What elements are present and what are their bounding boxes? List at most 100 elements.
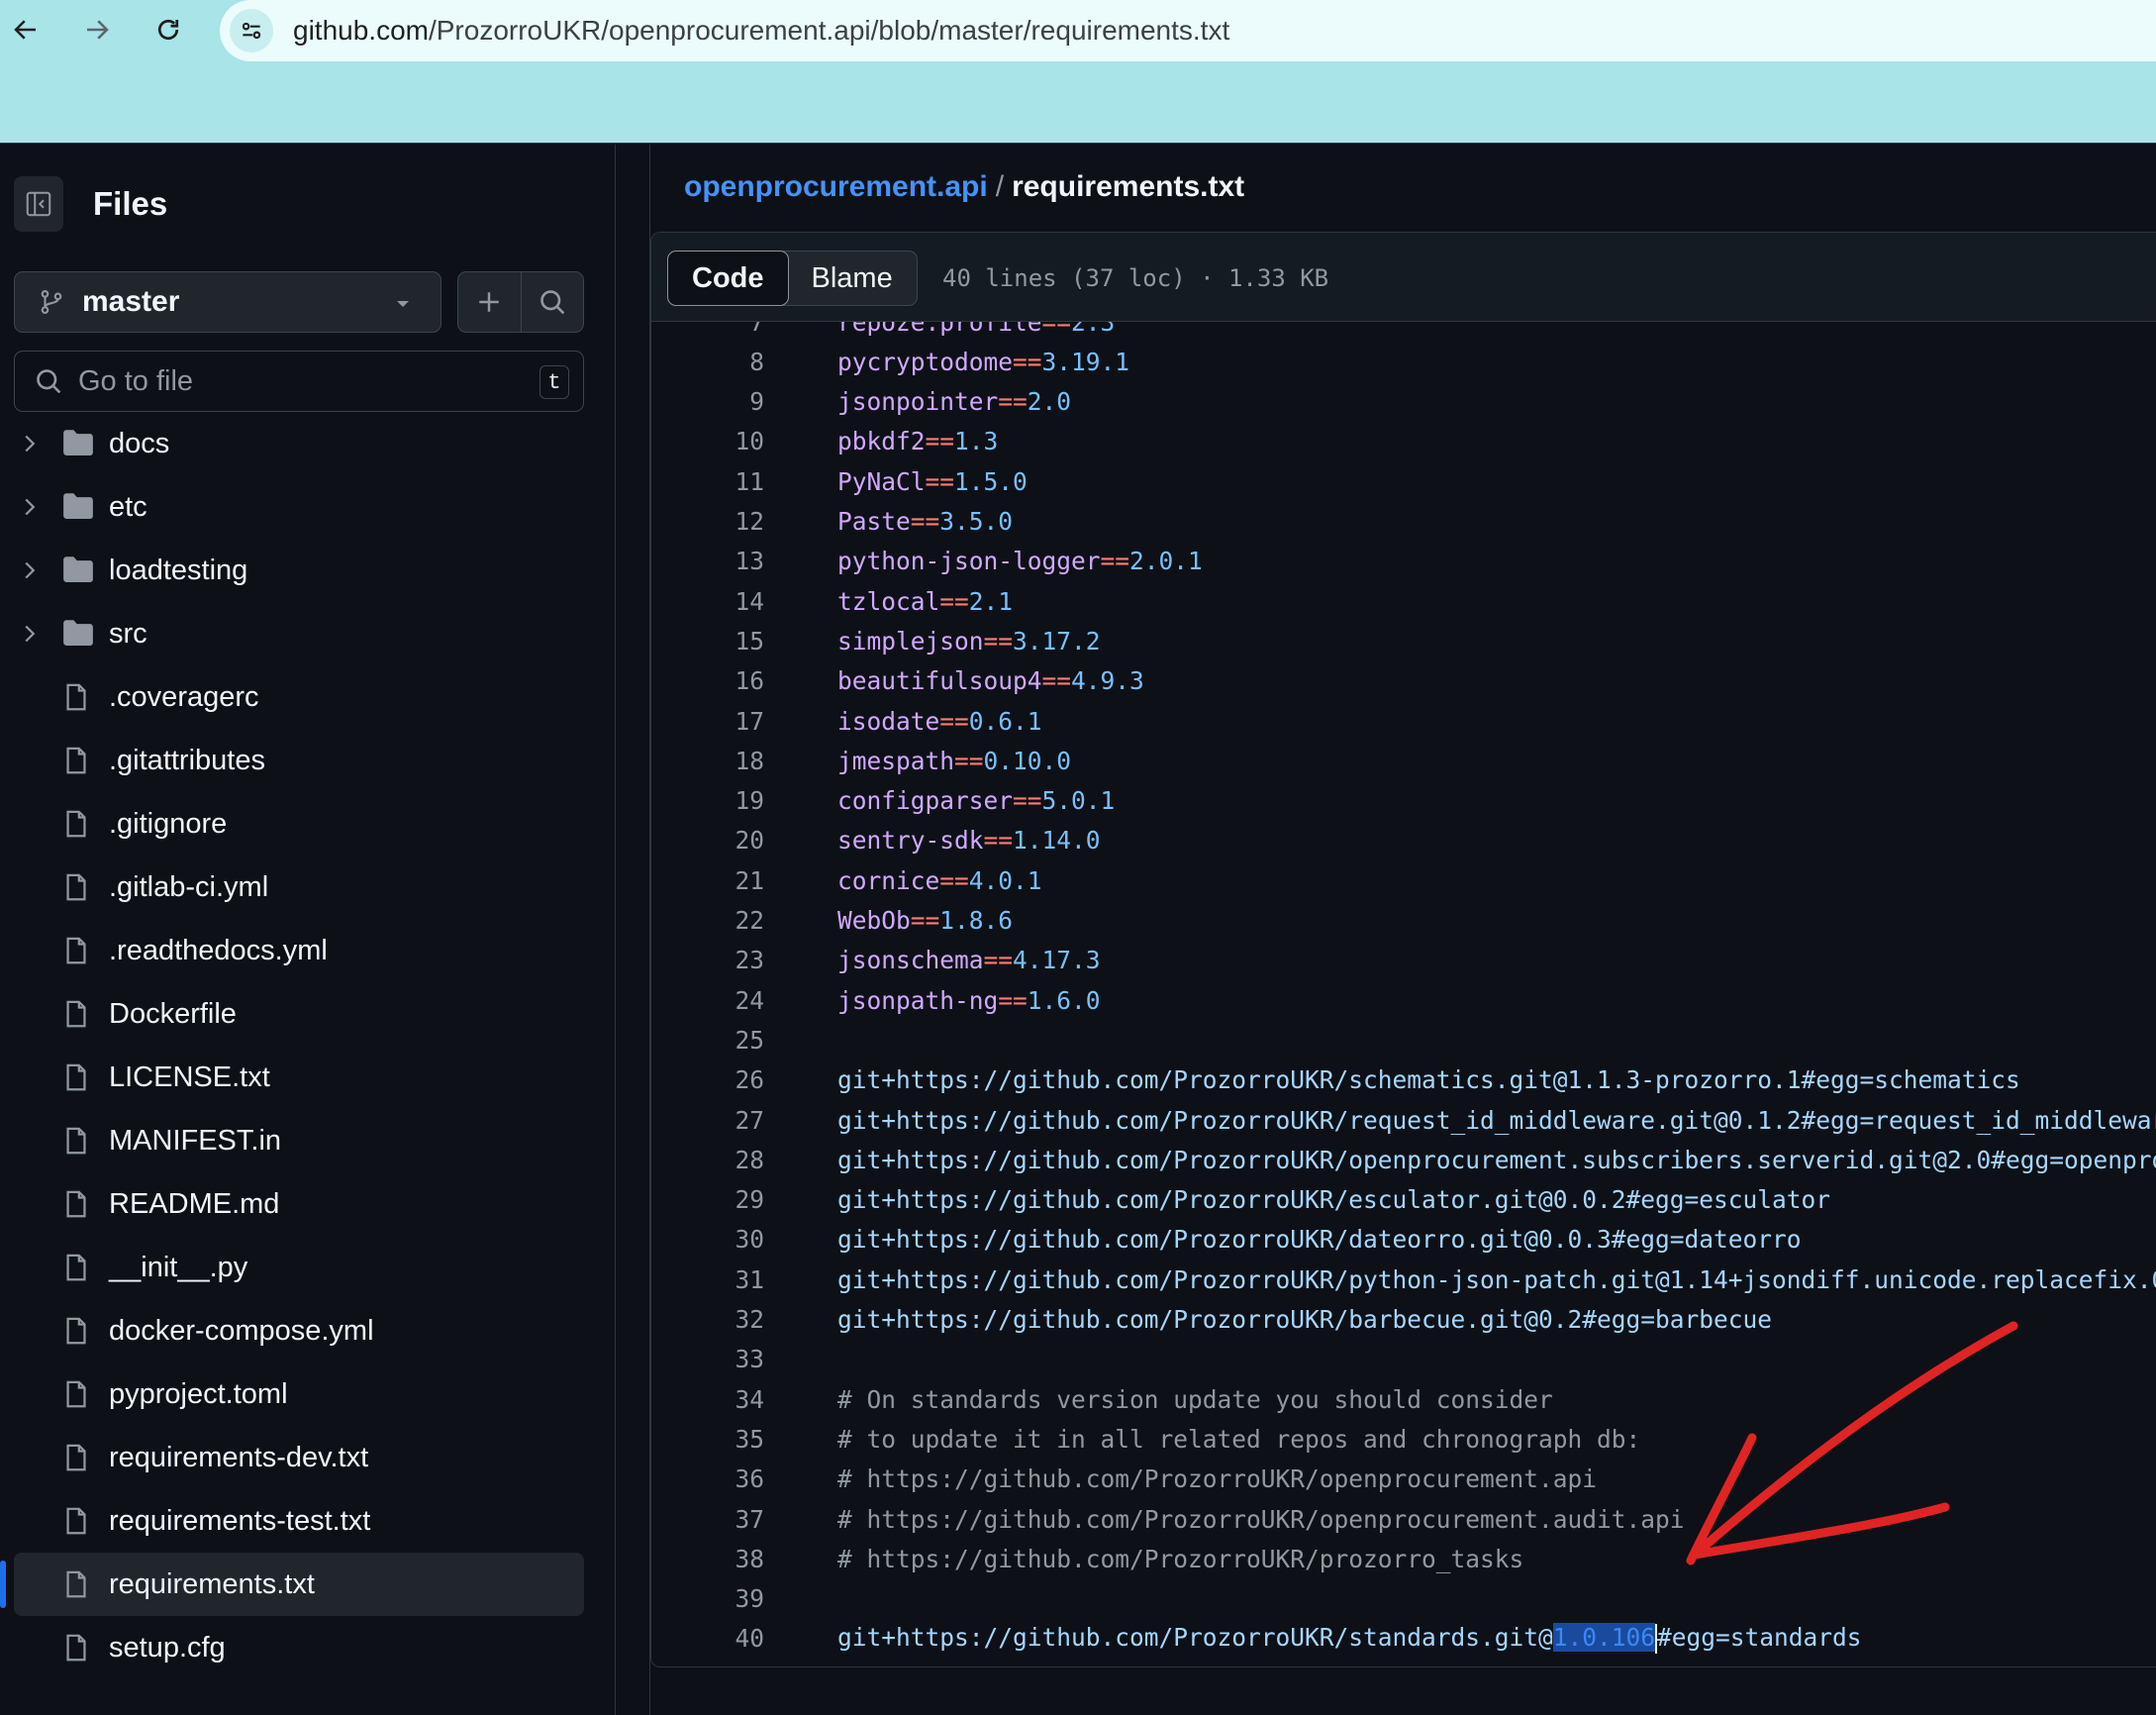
breadcrumb: openprocurement.api / requirements.txt	[684, 170, 1244, 204]
tree-file-item[interactable]: requirements.txt	[0, 1553, 584, 1616]
tree-file-item[interactable]: .gitlab-ci.yml	[0, 856, 616, 919]
line-number[interactable]: 25	[651, 1026, 764, 1055]
search-icon	[539, 290, 565, 315]
line-number[interactable]: 8	[651, 348, 764, 376]
breadcrumb-repo-link[interactable]: openprocurement.api	[684, 170, 988, 203]
tree-folder-item[interactable]: loadtesting	[0, 539, 616, 602]
tab-code[interactable]: Code	[667, 251, 789, 306]
tab-blame[interactable]: Blame	[788, 252, 917, 305]
tree-file-item[interactable]: pyproject.toml	[0, 1362, 616, 1426]
tree-file-item[interactable]: .gitignore	[0, 792, 616, 856]
folder-icon	[61, 428, 95, 462]
line-number[interactable]: 39	[651, 1584, 764, 1613]
forward-button[interactable]	[75, 8, 119, 51]
line-number[interactable]: 34	[651, 1385, 764, 1414]
code-line: 35 # to update it in all related repos an…	[651, 1419, 2156, 1459]
expand-chevron[interactable]	[22, 560, 38, 585]
file-icon	[61, 935, 91, 971]
line-number[interactable]: 31	[651, 1265, 764, 1294]
line-number[interactable]: 28	[651, 1146, 764, 1174]
tree-file-item[interactable]: README.md	[0, 1172, 616, 1236]
file-icon	[61, 871, 91, 908]
expand-chevron[interactable]	[22, 434, 38, 458]
tree-folder-item[interactable]: etc	[0, 475, 616, 539]
tree-file-item[interactable]: docker-compose.yml	[0, 1299, 616, 1362]
line-text: git+https://github.com/ProzorroUKR/schem…	[837, 1065, 2020, 1095]
collapse-sidebar-button[interactable]	[14, 176, 63, 232]
line-number[interactable]: 16	[651, 666, 764, 695]
breadcrumb-separator: /	[995, 170, 1005, 203]
address-bar[interactable]: github.com/ProzorroUKR/openprocurement.a…	[220, 0, 2156, 61]
arrow-left-icon	[14, 20, 36, 40]
file-icon	[66, 873, 86, 901]
tree-file-item[interactable]: .readthedocs.yml	[0, 919, 616, 982]
file-icon	[66, 1063, 86, 1091]
line-number[interactable]: 40	[651, 1624, 764, 1653]
tree-folder-item[interactable]: docs	[0, 412, 616, 475]
code-view[interactable]: 7 repoze.profile==2.3 8 pycryptodome==3.19.…	[651, 322, 2156, 1666]
file-icon	[66, 1507, 86, 1535]
line-number[interactable]: 19	[651, 786, 764, 815]
back-button[interactable]	[4, 8, 48, 51]
folder-icon	[61, 618, 95, 653]
line-text: Paste==3.5.0	[837, 507, 1014, 536]
tree-file-item[interactable]: requirements-test.txt	[0, 1489, 616, 1553]
line-text: isodate==0.6.1	[837, 706, 1042, 736]
line-text: pycryptodome==3.19.1	[837, 347, 1130, 376]
go-to-file-input[interactable]: Go to file t	[14, 351, 584, 412]
line-number[interactable]: 35	[651, 1425, 764, 1454]
code-line: 23 jsonschema==4.17.3	[651, 941, 2156, 980]
line-number[interactable]: 18	[651, 747, 764, 775]
line-number[interactable]: 13	[651, 547, 764, 575]
file-icon	[61, 1125, 91, 1161]
line-number[interactable]: 7	[651, 322, 764, 337]
line-number[interactable]: 29	[651, 1185, 764, 1214]
file-icon	[66, 683, 86, 711]
line-number[interactable]: 14	[651, 587, 764, 616]
tree-file-item[interactable]: requirements-dev.txt	[0, 1426, 616, 1489]
browser-toolbar: github.com/ProzorroUKR/openprocurement.a…	[0, 0, 2156, 144]
tree-file-item[interactable]: LICENSE.txt	[0, 1046, 616, 1109]
tree-file-item[interactable]: MANIFEST.in	[0, 1109, 616, 1172]
line-number[interactable]: 10	[651, 427, 764, 455]
tree-file-item[interactable]: __init__.py	[0, 1236, 616, 1299]
line-number[interactable]: 26	[651, 1065, 764, 1094]
line-number[interactable]: 33	[651, 1345, 764, 1373]
search-code-button[interactable]	[522, 272, 584, 332]
tree-file-item[interactable]: .gitattributes	[0, 729, 616, 792]
line-number[interactable]: 23	[651, 946, 764, 974]
add-file-button[interactable]	[458, 272, 522, 332]
site-settings-icon[interactable]	[230, 9, 273, 52]
tree-file-item[interactable]: Dockerfile	[0, 982, 616, 1046]
line-number[interactable]: 32	[651, 1305, 764, 1334]
code-line: 20 sentry-sdk==1.14.0	[651, 821, 2156, 860]
branch-selector[interactable]: master	[14, 271, 441, 333]
tree-file-item[interactable]: setup.cfg	[0, 1616, 616, 1679]
line-number[interactable]: 38	[651, 1545, 764, 1573]
tree-file-item[interactable]: .coveragerc	[0, 665, 616, 729]
line-number[interactable]: 22	[651, 906, 764, 935]
reload-button[interactable]	[147, 8, 190, 51]
code-line: 13 python-json-logger==2.0.1	[651, 542, 2156, 581]
line-number[interactable]: 24	[651, 986, 764, 1015]
expand-chevron[interactable]	[22, 497, 38, 522]
plus-icon	[479, 292, 499, 312]
line-number[interactable]: 11	[651, 467, 764, 496]
code-line: 10 pbkdf2==1.3	[651, 422, 2156, 461]
line-number[interactable]: 37	[651, 1505, 764, 1534]
line-number[interactable]: 30	[651, 1225, 764, 1254]
line-number[interactable]: 9	[651, 387, 764, 416]
line-number[interactable]: 27	[651, 1106, 764, 1135]
line-number[interactable]: 21	[651, 866, 764, 895]
code-line: 28 git+https://github.com/ProzorroUKR/ope…	[651, 1140, 2156, 1179]
arrow-right-icon	[87, 20, 109, 40]
line-number[interactable]: 12	[651, 507, 764, 536]
line-number[interactable]: 36	[651, 1464, 764, 1493]
file-icon	[61, 1188, 91, 1225]
expand-chevron[interactable]	[22, 624, 38, 649]
line-text: simplejson==3.17.2	[837, 626, 1101, 656]
tree-folder-item[interactable]: src	[0, 602, 616, 665]
line-number[interactable]: 15	[651, 627, 764, 656]
line-number[interactable]: 17	[651, 707, 764, 736]
line-number[interactable]: 20	[651, 826, 764, 855]
